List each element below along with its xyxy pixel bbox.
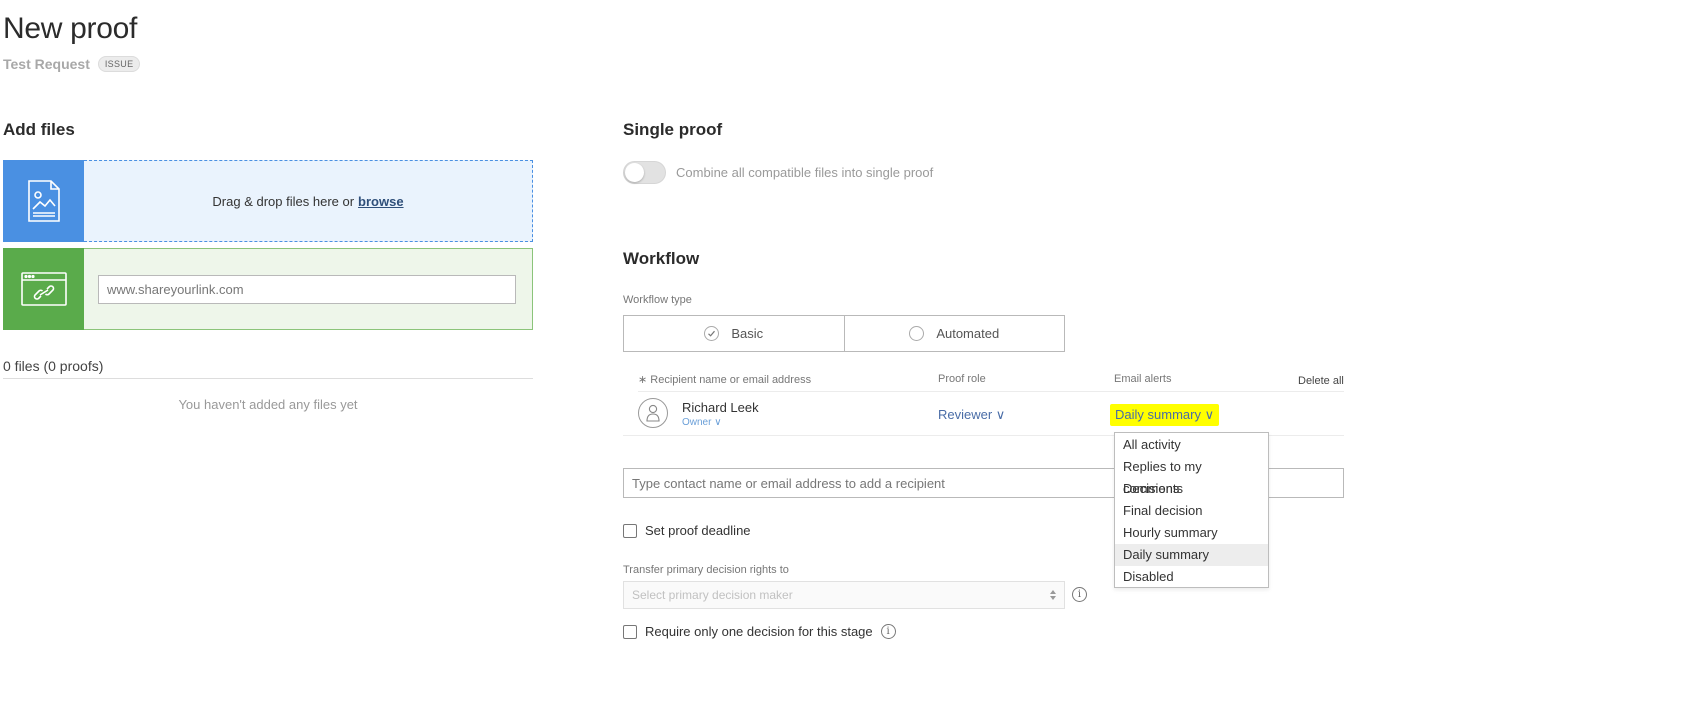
decision-maker-placeholder: Select primary decision maker: [632, 588, 793, 602]
email-alert-menu: All activity Replies to my comments Deci…: [1114, 432, 1269, 588]
proof-role-dropdown[interactable]: Reviewer ∨: [938, 407, 1005, 423]
workflow-option-label: Automated: [936, 326, 1000, 341]
add-files-heading: Add files: [3, 120, 75, 139]
require-one-checkbox[interactable]: [623, 624, 637, 639]
files-count: 0 files (0 proofs): [3, 358, 104, 374]
decision-maker-select[interactable]: Select primary decision maker: [623, 581, 1065, 609]
workflow-option-label: Basic: [731, 326, 764, 341]
files-divider: [3, 378, 533, 379]
share-link-input[interactable]: [98, 274, 516, 304]
link-window-icon: [3, 248, 84, 330]
dropzone-text: Drag & drop files here or: [212, 193, 355, 209]
owner-dropdown[interactable]: Owner ∨: [682, 417, 722, 428]
column-header-role: Proof role: [938, 373, 986, 385]
single-proof-toggle-label: Combine all compatible files into single…: [676, 165, 934, 180]
deadline-option[interactable]: Set proof deadline: [623, 523, 751, 538]
file-dropzone[interactable]: Drag & drop files here or browse: [3, 160, 533, 242]
toggle-knob: [625, 163, 644, 182]
checked-radio-icon: [704, 326, 720, 341]
workflow-option-basic[interactable]: Basic: [624, 316, 844, 351]
page-title: New proof: [3, 12, 138, 45]
url-input-area: [84, 248, 533, 330]
alert-option-all-activity[interactable]: All activity: [1115, 434, 1268, 456]
alert-option-decisions[interactable]: Decisions: [1115, 478, 1268, 500]
transfer-rights-label: Transfer primary decision rights to: [623, 564, 789, 576]
url-share-panel: [3, 248, 533, 330]
single-proof-toggle[interactable]: [623, 161, 666, 184]
request-name: Test Request: [3, 56, 90, 72]
alert-option-final-decision[interactable]: Final decision: [1115, 500, 1268, 522]
files-empty-message: You haven't added any files yet: [178, 397, 358, 412]
workflow-type-label: Workflow type: [623, 294, 692, 306]
workflow-type-selector: Basic Automated: [623, 315, 1065, 352]
deadline-checkbox[interactable]: [623, 523, 637, 538]
recipient-name: Richard Leek: [682, 400, 759, 415]
document-image-icon: [3, 160, 84, 242]
subtitle-row: Test Request ISSUE: [3, 56, 141, 72]
alert-option-replies[interactable]: Replies to my comments: [1115, 456, 1268, 496]
require-one-label: Require only one decision for this stage: [645, 624, 873, 639]
unchecked-radio-icon: [909, 326, 925, 341]
deadline-label: Set proof deadline: [645, 523, 751, 538]
user-icon: [646, 404, 660, 422]
dropzone-area[interactable]: Drag & drop files here or browse: [84, 160, 533, 242]
single-proof-heading: Single proof: [623, 120, 723, 139]
alert-option-daily-summary[interactable]: Daily summary: [1115, 544, 1268, 566]
alert-option-hourly-summary[interactable]: Hourly summary: [1115, 522, 1268, 544]
email-alert-dropdown[interactable]: Daily summary ∨: [1110, 404, 1220, 426]
column-header-alerts: Email alerts: [1114, 373, 1172, 385]
workflow-heading: Workflow: [623, 249, 700, 268]
sort-arrows-icon: [1050, 590, 1056, 600]
avatar: [638, 398, 668, 428]
delete-all-link[interactable]: Delete all: [1298, 375, 1344, 387]
workflow-option-automated[interactable]: Automated: [843, 316, 1065, 351]
require-one-option[interactable]: Require only one decision for this stage…: [623, 624, 896, 639]
row-divider: [638, 391, 1344, 392]
alert-option-disabled[interactable]: Disabled: [1115, 566, 1268, 588]
info-icon[interactable]: i: [1072, 587, 1087, 602]
column-header-recipient: ∗ Recipient name or email address: [638, 374, 812, 386]
info-icon[interactable]: i: [880, 624, 896, 639]
browse-link[interactable]: browse: [358, 194, 404, 209]
status-badge: ISSUE: [97, 56, 141, 72]
